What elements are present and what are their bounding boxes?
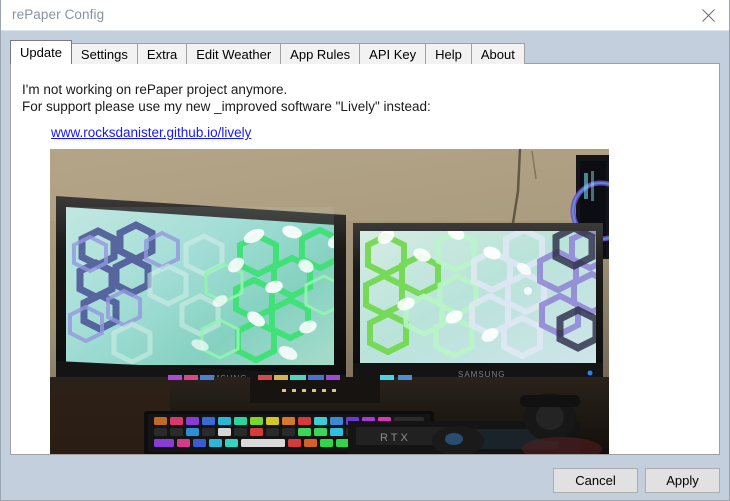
tab-about[interactable]: About [470,43,525,64]
close-button[interactable] [686,0,729,30]
tab-settings[interactable]: Settings [70,43,138,64]
repaper-config-window: rePaper Config Update Settings Extra Edi… [0,0,730,501]
tab-strip: Update Settings Extra Edit Weather App R… [10,40,525,64]
apply-button[interactable]: Apply [645,468,720,493]
notice-line-1: I'm not working on rePaper project anymo… [22,82,288,97]
promo-photo-illustration: SAMSUNG RTX [50,149,609,454]
notice-line-2: For support please use my new _improved … [22,99,431,114]
lively-website-link[interactable]: www.rocksdanister.github.io/lively [51,125,251,140]
close-icon [702,9,715,22]
promo-photo: SAMSUNG RTX [50,149,609,454]
tab-extra[interactable]: Extra [136,43,188,64]
title-bar: rePaper Config [1,0,729,31]
tab-edit-weather[interactable]: Edit Weather [186,43,282,64]
tab-app-rules[interactable]: App Rules [280,43,361,64]
cancel-button[interactable]: Cancel [553,468,638,493]
tab-update[interactable]: Update [10,40,72,64]
tab-help[interactable]: Help [425,43,472,64]
window-title: rePaper Config [12,7,105,22]
tab-content-panel: I'm not working on rePaper project anymo… [10,63,720,455]
svg-text:RTX: RTX [380,432,411,444]
tab-api-key[interactable]: API Key [359,43,427,64]
